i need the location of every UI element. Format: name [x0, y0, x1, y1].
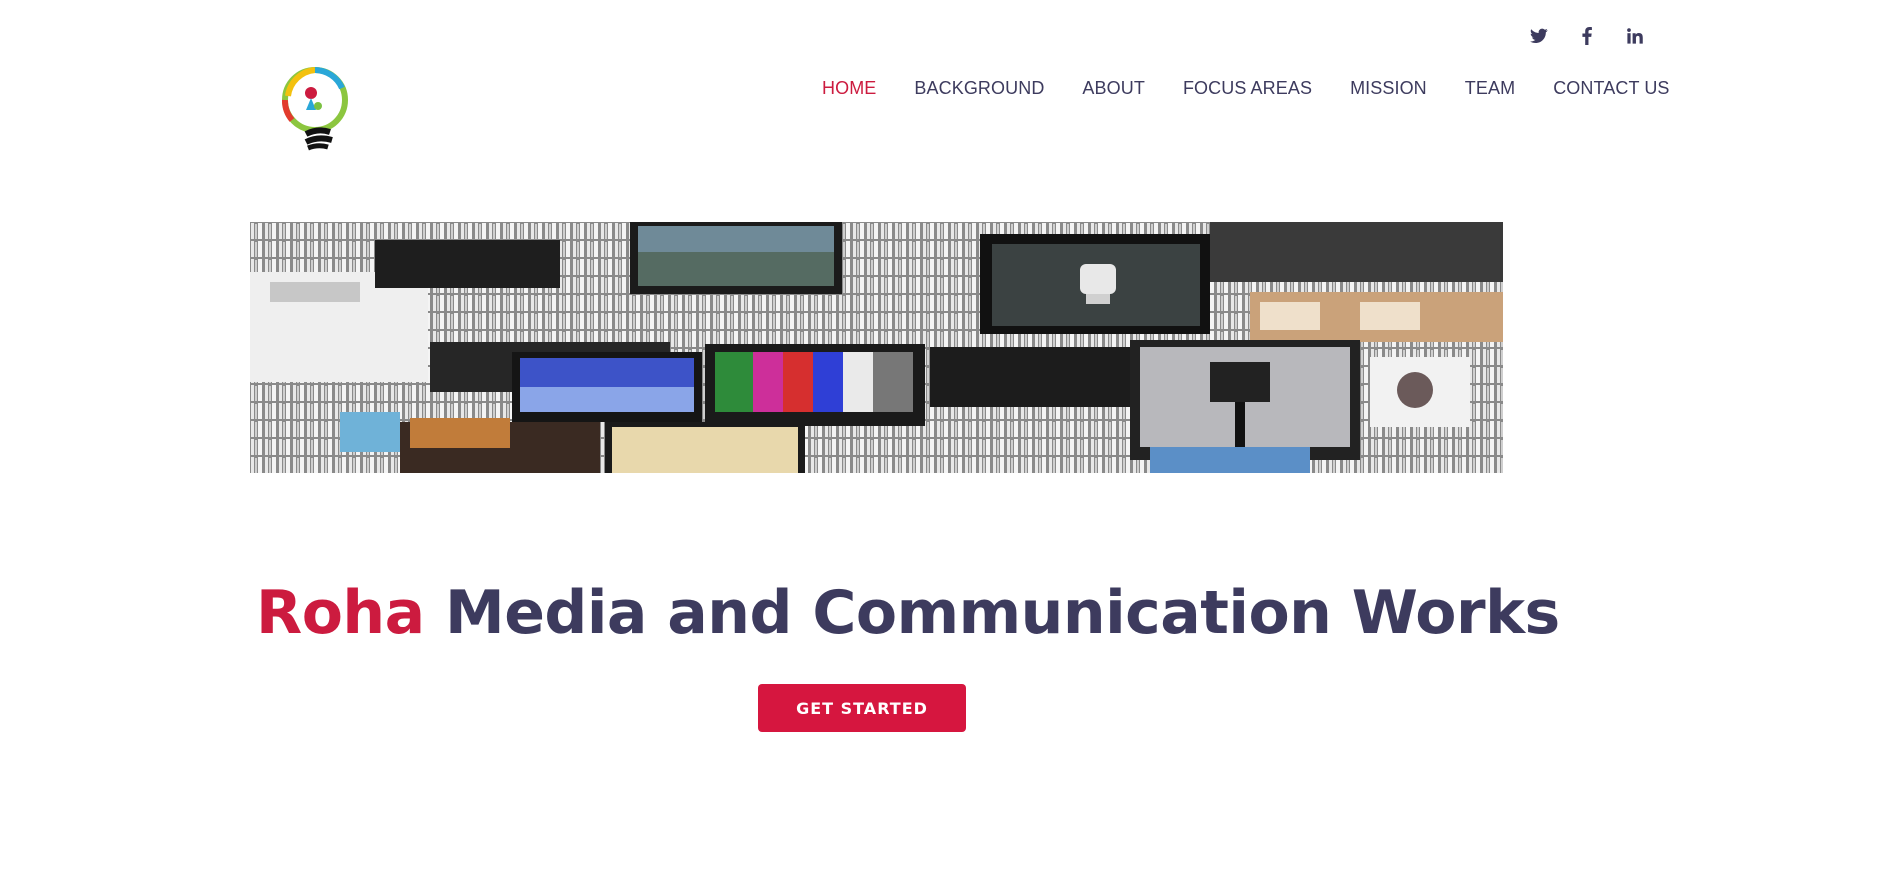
- media-collage-image: [250, 222, 1503, 473]
- hero-banner-image: [250, 222, 1503, 473]
- hero-title-accent: Roha: [256, 578, 425, 648]
- twitter-icon: [1530, 28, 1548, 44]
- nav-team[interactable]: TEAM: [1465, 78, 1515, 99]
- facebook-icon: [1582, 27, 1592, 45]
- lightbulb-logo-icon: [282, 67, 348, 151]
- linkedin-link[interactable]: [1611, 22, 1659, 50]
- nav-focus-areas[interactable]: FOCUS AREAS: [1183, 78, 1312, 99]
- hero-title: Roha Media and Communication Works: [256, 578, 1560, 648]
- logo[interactable]: [270, 58, 360, 154]
- main-nav: HOME BACKGROUND ABOUT FOCUS AREAS MISSIO…: [822, 78, 1670, 99]
- nav-mission[interactable]: MISSION: [1350, 78, 1427, 99]
- linkedin-icon: [1627, 28, 1643, 44]
- nav-about[interactable]: ABOUT: [1082, 78, 1145, 99]
- nav-home[interactable]: HOME: [822, 78, 876, 99]
- social-links: [1515, 22, 1659, 50]
- nav-background[interactable]: BACKGROUND: [914, 78, 1044, 99]
- facebook-link[interactable]: [1563, 22, 1611, 50]
- twitter-link[interactable]: [1515, 22, 1563, 50]
- get-started-button[interactable]: GET STARTED: [758, 684, 966, 732]
- nav-contact-us[interactable]: CONTACT US: [1553, 78, 1669, 99]
- page: HOME BACKGROUND ABOUT FOCUS AREAS MISSIO…: [0, 0, 1890, 880]
- hero-title-rest: Media and Communication Works: [445, 578, 1560, 648]
